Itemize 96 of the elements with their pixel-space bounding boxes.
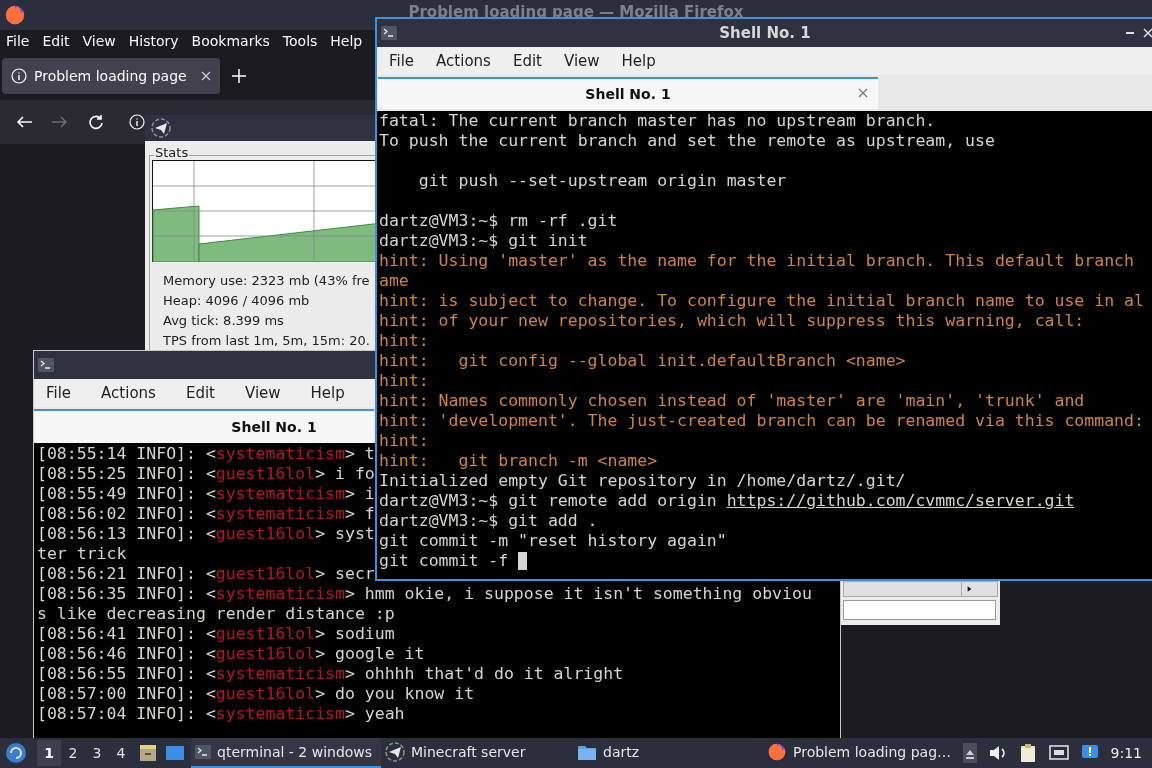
terminal-line: To push the current branch and set the remote as upstream, use (379, 131, 995, 151)
terminal-icon (38, 358, 54, 372)
log-line: [08:56:35 INFO]: <systematicism> hmm okie, i suppose it isn't something obviou (37, 584, 812, 604)
menu-item[interactable]: View (563, 49, 600, 73)
terminal-line: ame (379, 271, 409, 291)
volume-icon[interactable] (988, 745, 1007, 761)
terminal-line: fatal: The current branch master has no upstream branch. (379, 111, 936, 131)
log-line: [08:56:46 INFO]: <guest16lol> google it (37, 644, 425, 664)
terminal-line: hint: git branch -m <name> (379, 451, 658, 471)
workspace-button[interactable]: 1 (37, 740, 61, 766)
log-line: [08:56:02 INFO]: <systematicism> f (37, 504, 375, 524)
terminal-line: hint: git config --global init.defaultBranch <name> (379, 351, 906, 371)
terminal-line: git commit -m "reset history again" (379, 531, 727, 551)
stat-text: Memory use: 2323 mb (43% fre (163, 272, 370, 290)
terminal-line: hint: Using 'master' as the name for the initial branch. This default branch (379, 251, 1134, 271)
menu-item[interactable]: File (389, 49, 415, 73)
terminal-line: dartz@VM3:~$ git add . (379, 511, 598, 531)
firefox-icon (767, 742, 787, 762)
folder-icon (577, 743, 597, 761)
log-line: [08:55:25 INFO]: <guest16lol> i fo (37, 464, 375, 484)
terminal-line: hint: (379, 331, 429, 351)
show-desktop-icon[interactable] (165, 744, 185, 762)
log-line: [08:56:21 INFO]: <guest16lol> secr (37, 564, 375, 584)
paper-plane-icon (151, 118, 171, 138)
log-line: [08:56:41 INFO]: <guest16lol> sodium (37, 624, 395, 644)
terminal-line: hint: (379, 371, 429, 391)
terminal-line: git commit -f (379, 551, 510, 571)
log-line: [08:55:14 INFO]: <systematicism> t (37, 444, 375, 464)
window-title: Shell No. 1 (719, 22, 811, 44)
menu-item[interactable]: View (244, 381, 281, 405)
info-icon (129, 114, 145, 130)
terminal-line: git push --set-upstream origin master (417, 171, 787, 191)
task-label: Minecraft server (411, 742, 526, 762)
terminal-line: hint: 'development'. The just-created branch can be renamed via this command: (379, 411, 1144, 431)
log-line: s like decreasing render distance :p (37, 604, 395, 624)
terminal-icon (195, 745, 211, 759)
menu-item[interactable]: Edit (42, 30, 70, 52)
network-icon[interactable] (1048, 744, 1069, 762)
taskbar-task[interactable]: qterminal - 2 windows (191, 738, 381, 768)
workspace-button[interactable]: 2 (61, 740, 85, 766)
taskbar-task[interactable]: Minecraft server (381, 738, 573, 768)
menu-item[interactable]: File (6, 30, 30, 52)
stat-text: Heap: 4096 / 4096 mb (163, 292, 311, 310)
taskbar-task[interactable]: dartz (573, 738, 763, 768)
terminal-line: Initialized empty Git repository in /home/dartz/.git/ (379, 471, 906, 491)
menu-item[interactable]: Bookmarks (191, 30, 270, 52)
terminal-line: hint: of your new repositories, which will suppress this warning, call: (379, 311, 1085, 331)
menu-item[interactable]: File (46, 381, 72, 405)
terminal-tab[interactable]: Shell No. 1 (34, 409, 374, 443)
menu-item[interactable]: Tools (282, 30, 318, 52)
log-line: [08:57:00 INFO]: <guest16lol> do you know it (37, 684, 475, 704)
start-menu-icon[interactable] (5, 742, 27, 764)
log-line: [08:56:13 INFO]: <guest16lol> syst (37, 524, 375, 544)
taskbar-task[interactable]: Problem loading pag… (763, 738, 959, 768)
menu-item[interactable]: Actions (101, 381, 156, 405)
terminal-tab[interactable]: Shell No. 1 (378, 77, 878, 109)
menu-item[interactable]: Help (310, 381, 345, 405)
stat-text: TPS from last 1m, 5m, 15m: 20. (163, 332, 370, 350)
menu-item[interactable]: View (82, 30, 116, 52)
log-line: [08:57:04 INFO]: <systematicism> yeah (37, 704, 405, 724)
workspace-button[interactable]: 4 (109, 740, 133, 766)
log-line: [08:55:49 INFO]: <systematicism> i (37, 484, 375, 504)
log-line: [08:56:55 INFO]: <systematicism> ohhhh that'd do it alright (37, 664, 624, 684)
terminal-line: dartz@VM3:~$ git remote add origin (379, 491, 718, 511)
input-field[interactable] (843, 600, 996, 620)
log-line: ter trick (37, 544, 127, 564)
menu-item[interactable]: Edit (185, 381, 215, 405)
reload-icon[interactable] (88, 114, 104, 130)
info-icon (11, 68, 27, 84)
menu-item[interactable]: Edit (512, 49, 542, 73)
menu-item[interactable]: Help (621, 49, 656, 73)
task-label: dartz (603, 742, 640, 762)
terminal-line: dartz@VM3:~$ rm -rf .git (379, 211, 618, 231)
browser-tab[interactable]: Problem loading page (2, 58, 220, 94)
paper-plane-icon (385, 742, 405, 762)
firefox-icon (4, 4, 26, 26)
back-icon[interactable] (16, 114, 32, 130)
menu-item[interactable]: Actions (436, 49, 491, 73)
repository-link[interactable]: https://github.com/cvmmc/server.git (726, 491, 1075, 511)
stat-text: Avg tick: 8.399 ms (163, 312, 285, 330)
terminal-icon (381, 26, 397, 40)
menu-item[interactable]: Help (330, 30, 363, 52)
new-tab-icon[interactable] (232, 69, 246, 83)
menu-item[interactable]: History (128, 30, 179, 52)
terminal-line: hint: Names commonly chosen instead of 'master' are 'main', 'trunk' and (379, 391, 1085, 411)
clock[interactable]: 9:11 (1110, 742, 1142, 764)
horizontal-scrollbar[interactable] (843, 581, 998, 597)
file-cabinet-icon[interactable] (139, 744, 157, 762)
task-label: Problem loading pag… (793, 742, 952, 762)
terminal-line: hint: is subject to change. To configure the initial branch name to use in al (379, 291, 1144, 311)
tab-label: Problem loading page (34, 66, 188, 86)
clipboard-icon[interactable] (1018, 743, 1037, 763)
task-label: qterminal - 2 windows (217, 742, 373, 762)
terminal-line: hint: (379, 431, 429, 451)
workspace-button[interactable]: 3 (85, 740, 109, 766)
terminal-line: dartz@VM3:~$ git init (379, 231, 588, 251)
